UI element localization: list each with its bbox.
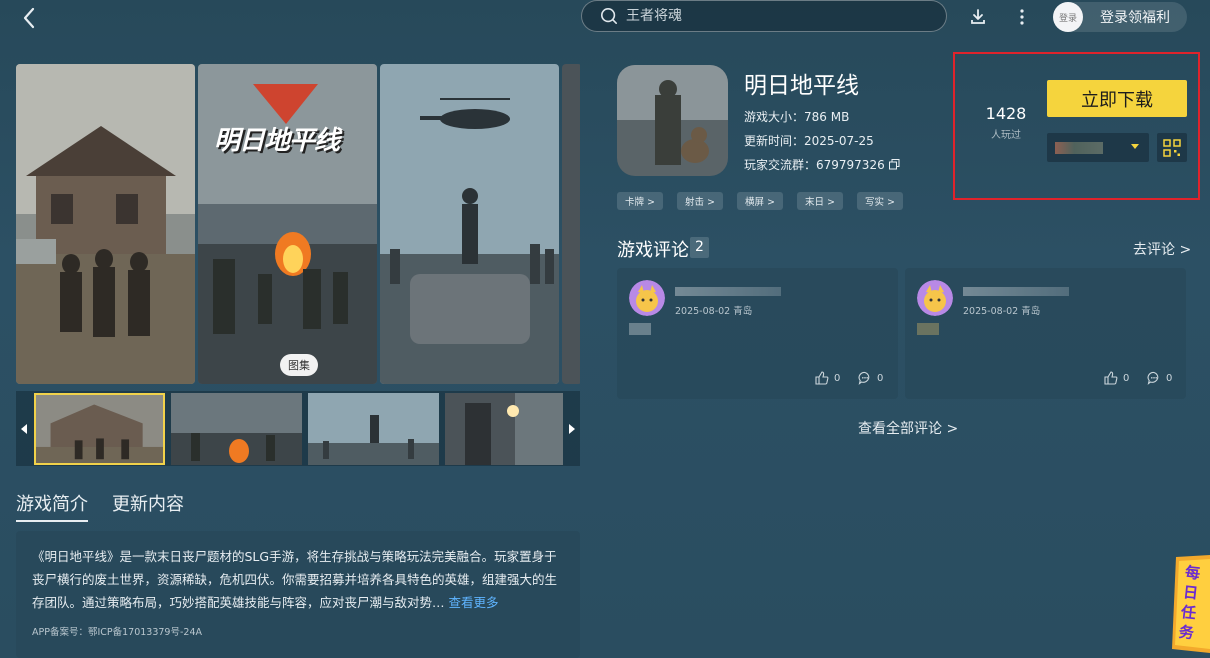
qr-code-button[interactable] xyxy=(1157,133,1187,162)
download-now-button[interactable]: 立即下载 xyxy=(1047,80,1187,117)
login-avatar: 登录 xyxy=(1053,2,1083,32)
screenshot-3[interactable] xyxy=(380,64,559,384)
comment-card[interactable]: 2025-08-02 青岛 0 0 xyxy=(905,268,1186,399)
album-badge[interactable]: 图集 xyxy=(280,354,318,376)
search-input[interactable] xyxy=(626,8,916,24)
tag-landscape[interactable]: 横屏 > xyxy=(736,192,783,210)
thumbnail-2[interactable] xyxy=(171,393,302,465)
player-group-text: 玩家交流群：679797326 xyxy=(744,158,885,172)
avatar xyxy=(917,280,953,316)
tag-shooter[interactable]: 射击 > xyxy=(676,192,723,210)
login-label: 登录领福利 xyxy=(1100,10,1170,26)
username-blurred xyxy=(963,287,1069,296)
login-button[interactable]: 登录 登录领福利 xyxy=(1053,2,1187,32)
comments-title: 游戏评论 xyxy=(617,240,689,261)
game-size: 游戏大小：786 MB xyxy=(744,110,850,124)
like-button[interactable]: 0 xyxy=(1104,371,1129,385)
like-count: 0 xyxy=(1123,372,1130,384)
write-comment-link[interactable]: 去评论 > xyxy=(1133,239,1191,259)
poster-logo-text: 明日地平线 xyxy=(214,126,340,156)
like-count: 0 xyxy=(834,372,841,384)
play-count: 1428 xyxy=(985,104,1027,123)
game-icon xyxy=(617,65,728,176)
thumbnail-1[interactable] xyxy=(34,393,165,465)
download-icon[interactable] xyxy=(968,7,988,27)
thumbnail-3[interactable] xyxy=(308,393,439,465)
tab-intro[interactable]: 游戏简介 xyxy=(16,490,88,522)
thumb-prev-button[interactable] xyxy=(16,391,32,466)
game-title: 明日地平线 xyxy=(744,73,859,99)
triangle-left-icon xyxy=(21,423,27,434)
comments-count: 2 xyxy=(690,237,709,258)
avatar xyxy=(629,280,665,316)
reply-count: 0 xyxy=(1166,372,1173,384)
comment-date-location: 2025-08-02 青岛 xyxy=(963,306,1041,317)
copy-icon[interactable] xyxy=(888,159,900,170)
view-all-comments-link[interactable]: 查看全部评论 > xyxy=(858,418,958,438)
screenshot-4-partial[interactable] xyxy=(562,64,580,384)
play-count-label: 人玩过 xyxy=(991,130,1021,141)
comment-date-location: 2025-08-02 青岛 xyxy=(675,306,753,317)
thumbnail-4[interactable] xyxy=(445,393,563,465)
comment-card[interactable]: 2025-08-02 青岛 0 0 xyxy=(617,268,898,399)
thumbs-up-icon xyxy=(1104,371,1118,385)
comment-body-blurred xyxy=(917,323,939,335)
qr-code-icon xyxy=(1163,138,1181,157)
icp-number: APP备案号：鄂ICP备17013379号-24A xyxy=(32,627,202,638)
username-blurred xyxy=(675,287,781,296)
tag-realistic[interactable]: 写实 > xyxy=(856,192,903,210)
triangle-right-icon xyxy=(569,423,575,434)
version-select[interactable] xyxy=(1047,133,1149,162)
tab-update-notes[interactable]: 更新内容 xyxy=(112,490,184,522)
version-value-blurred xyxy=(1055,142,1103,154)
thumb-next-button[interactable] xyxy=(564,391,580,466)
tag-apocalypse[interactable]: 末日 > xyxy=(796,192,843,210)
daily-task-badge[interactable]: 每日任务 xyxy=(1170,555,1210,653)
thumbnail-strip xyxy=(16,391,580,466)
screenshot-2-poster[interactable]: 明日地平线 xyxy=(198,64,377,384)
game-tags: 卡牌 > 射击 > 横屏 > 末日 > 写实 > xyxy=(617,192,903,210)
comment-body-blurred xyxy=(629,323,651,335)
game-description: 《明日地平线》是一款末日丧尸题材的SLG手游，将生存挑战与策略玩法完美融合。玩家… xyxy=(32,545,564,614)
search-icon xyxy=(600,7,618,25)
comment-bubble-icon xyxy=(1147,371,1159,385)
screenshot-1[interactable] xyxy=(16,64,195,384)
top-bar: 登录 登录领福利 xyxy=(0,0,1210,36)
more-menu-icon[interactable] xyxy=(1012,7,1032,27)
thumbs-up-icon xyxy=(815,371,829,385)
reply-button[interactable]: 0 xyxy=(1147,371,1172,385)
caret-down-icon xyxy=(1131,144,1139,149)
search-bar[interactable] xyxy=(581,0,947,32)
update-time: 更新时间：2025-07-25 xyxy=(744,134,874,148)
player-group: 玩家交流群：679797326 xyxy=(744,156,900,173)
view-more-link[interactable]: 查看更多 xyxy=(449,595,499,610)
back-arrow-icon[interactable] xyxy=(18,6,42,30)
screenshot-gallery[interactable]: 明日地平线 xyxy=(16,64,580,384)
tag-card[interactable]: 卡牌 > xyxy=(617,192,663,210)
description-card: 《明日地平线》是一款末日丧尸题材的SLG手游，将生存挑战与策略玩法完美融合。玩家… xyxy=(16,531,580,658)
comment-bubble-icon xyxy=(858,371,870,385)
reply-count: 0 xyxy=(877,372,884,384)
reply-button[interactable]: 0 xyxy=(858,371,883,385)
intro-tabs: 游戏简介 更新内容 xyxy=(16,490,184,522)
like-button[interactable]: 0 xyxy=(815,371,840,385)
